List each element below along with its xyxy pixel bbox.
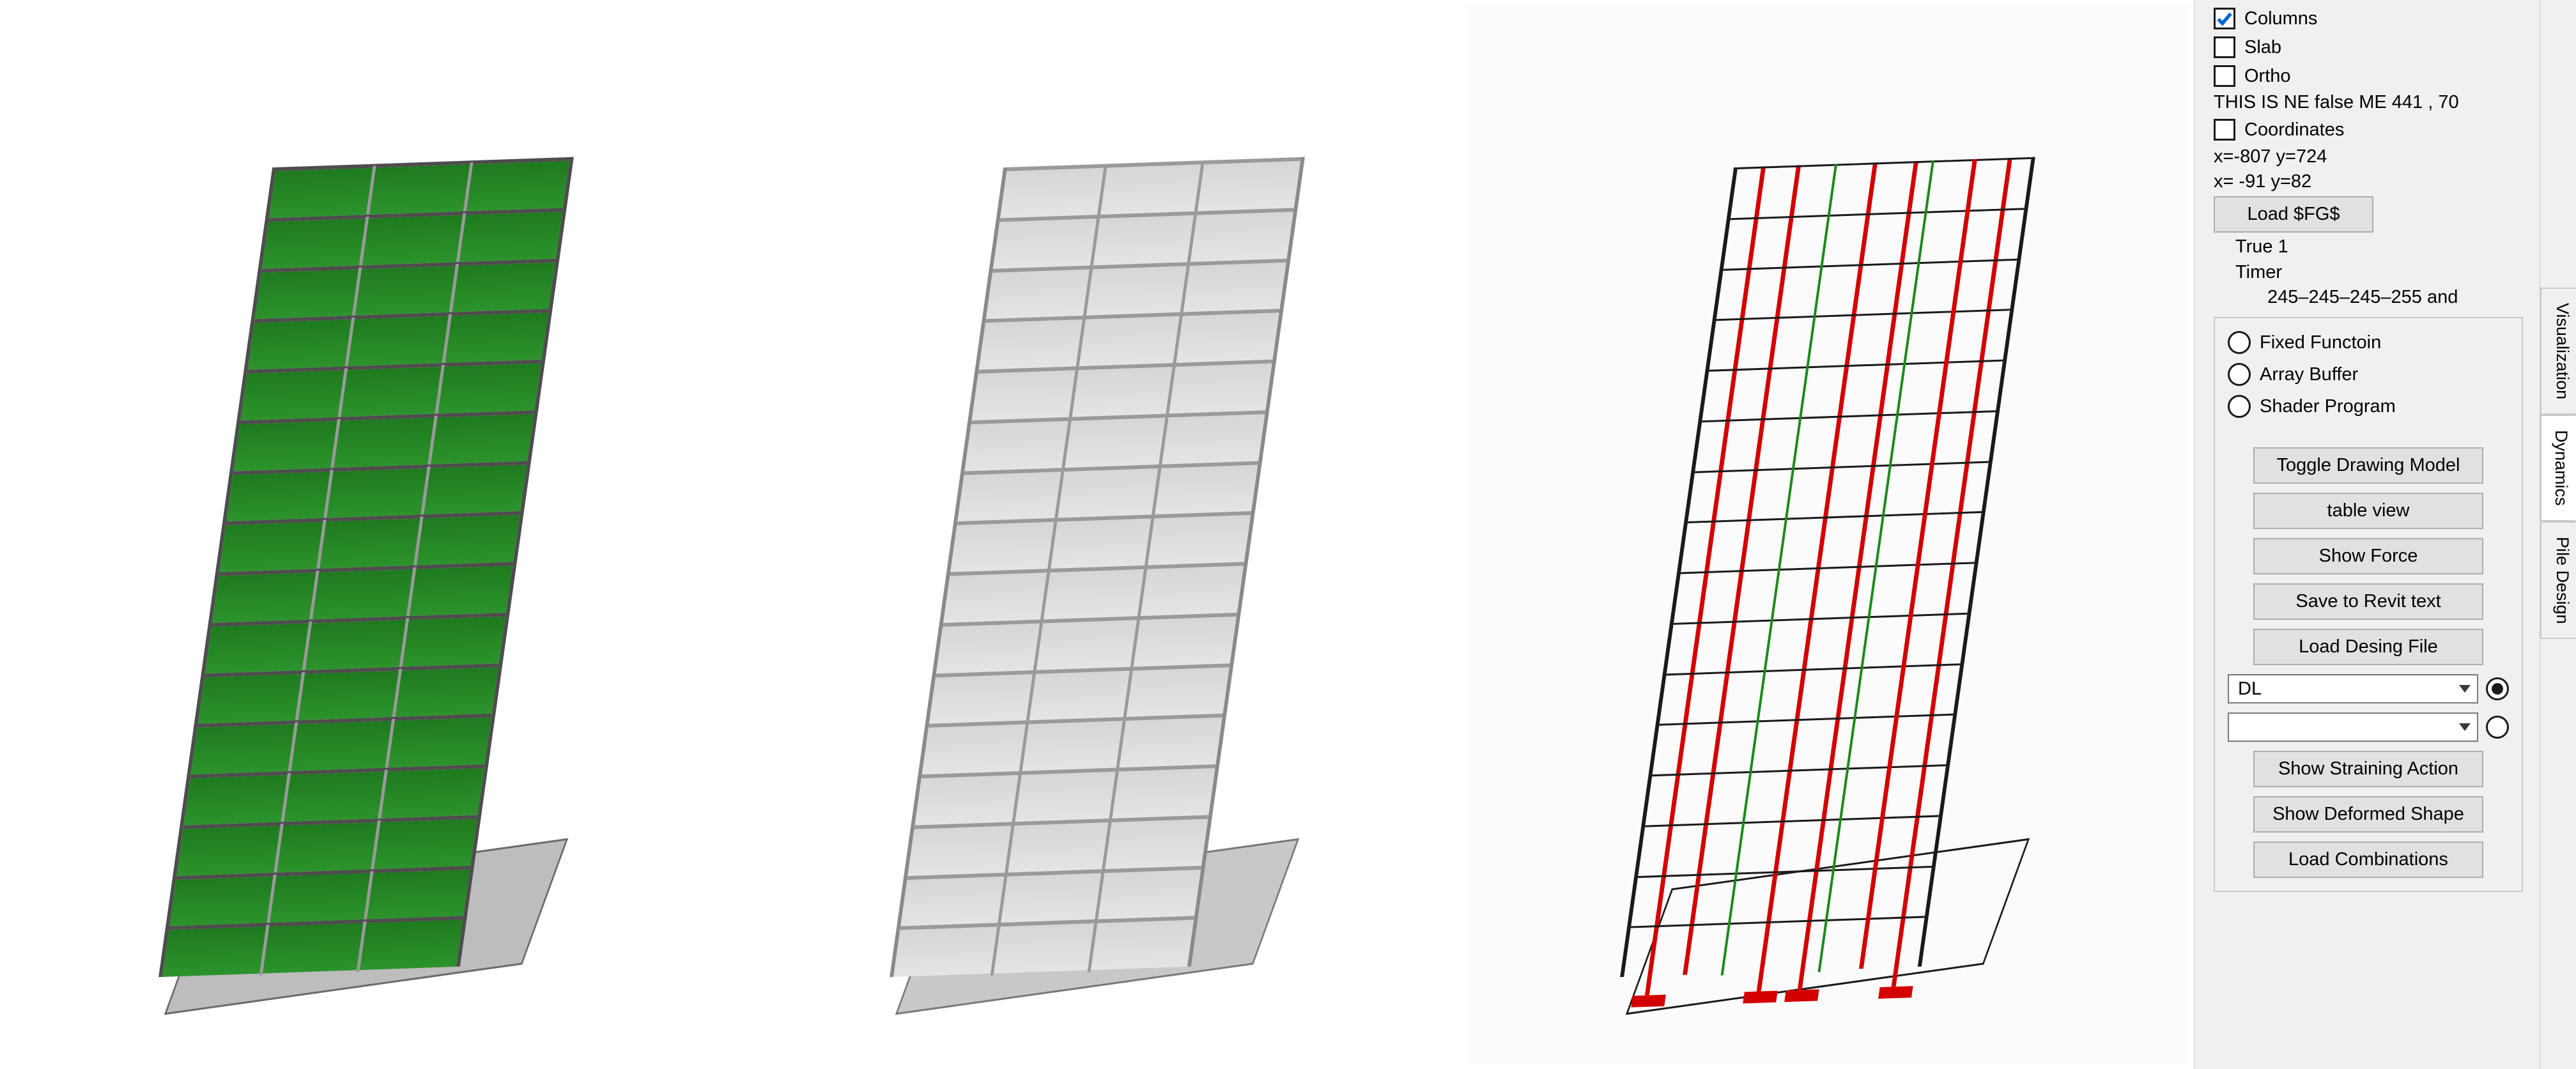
load-combinations-button[interactable]: Load Combinations	[2253, 842, 2483, 878]
radio-shader-program[interactable]: Shader Program	[2228, 395, 2509, 418]
radio-label: Array Buffer	[2260, 364, 2358, 385]
building-model-green	[6, 5, 726, 1064]
checkbox-label: Columns	[2244, 8, 2317, 30]
show-straining-action-button[interactable]: Show Straining Action	[2253, 751, 2483, 787]
chevron-down-icon	[2459, 723, 2471, 731]
save-to-revit-button[interactable]: Save to Revit text	[2253, 583, 2483, 620]
show-force-button[interactable]: Show Force	[2253, 538, 2483, 574]
vertical-tab-strip: Visualization Dynamics Pile Design	[2540, 0, 2576, 1069]
building-model-analysis	[1468, 5, 2187, 1064]
status-coord-1: x=-807 y=724	[2214, 146, 2523, 167]
tab-dynamics[interactable]: Dynamics	[2540, 415, 2576, 521]
load-case-select-primary[interactable]: DL	[2228, 674, 2478, 704]
tab-pile-design[interactable]: Pile Design	[2540, 521, 2576, 640]
load-case-secondary-radio[interactable]	[2486, 716, 2509, 739]
status-timer-values: 245–245–245–255 and	[2214, 287, 2523, 308]
checkbox-label: Ortho	[2244, 65, 2291, 88]
radio-fixed-function[interactable]: Fixed Functoin	[2228, 331, 2509, 354]
load-case-select-secondary[interactable]	[2228, 712, 2478, 742]
side-panel: Columns Slab Ortho THIS IS NE false ME 4…	[2194, 0, 2540, 1069]
checkbox-slab[interactable]: Slab	[2214, 35, 2523, 60]
app-root: Columns Slab Ortho THIS IS NE false ME 4…	[0, 0, 2576, 1069]
radio-icon	[2228, 331, 2251, 354]
status-ne-line: THIS IS NE false ME 441 , 70	[2214, 92, 2523, 113]
checkbox-icon	[2214, 65, 2235, 87]
radio-label: Shader Program	[2260, 396, 2396, 417]
building-model-gray	[737, 5, 1457, 1064]
side-panel-wrapper: Columns Slab Ortho THIS IS NE false ME 4…	[2194, 0, 2576, 1069]
tab-visualization[interactable]: Visualization	[2540, 288, 2576, 415]
render-mode-group: Fixed Functoin Array Buffer Shader Progr…	[2214, 317, 2523, 892]
radio-label: Fixed Functoin	[2260, 332, 2381, 353]
viewport-shaded-gray[interactable]	[737, 5, 1457, 1064]
checkbox-icon	[2214, 119, 2235, 141]
status-coord-2: x= -91 y=82	[2214, 171, 2523, 192]
viewport-wireframe-analysis[interactable]	[1468, 5, 2187, 1064]
viewport-area	[0, 0, 2194, 1069]
checkbox-icon	[2214, 36, 2235, 58]
status-true-line: True 1	[2214, 236, 2523, 258]
toggle-drawing-model-button[interactable]: Toggle Drawing Model	[2253, 447, 2483, 484]
checkbox-columns[interactable]: Columns	[2214, 6, 2523, 31]
table-view-button[interactable]: table view	[2253, 493, 2483, 529]
radio-array-buffer[interactable]: Array Buffer	[2228, 363, 2509, 386]
load-fg-button[interactable]: Load $FG$	[2214, 196, 2373, 233]
checkbox-label: Coordinates	[2244, 119, 2344, 141]
radio-icon	[2228, 395, 2251, 418]
show-deformed-shape-button[interactable]: Show Deformed Shape	[2253, 796, 2483, 833]
checkbox-label: Slab	[2244, 36, 2281, 59]
chevron-down-icon	[2459, 685, 2471, 693]
load-design-file-button[interactable]: Load Desing File	[2253, 629, 2483, 665]
checkbox-ortho[interactable]: Ortho	[2214, 64, 2523, 89]
viewport-shaded-green[interactable]	[6, 5, 726, 1064]
load-case-primary-radio[interactable]	[2486, 677, 2509, 700]
radio-icon	[2228, 363, 2251, 386]
select-value: DL	[2238, 679, 2262, 700]
checkbox-coordinates[interactable]: Coordinates	[2214, 118, 2523, 142]
checkbox-icon	[2214, 8, 2235, 29]
status-timer-label: Timer	[2214, 262, 2523, 283]
